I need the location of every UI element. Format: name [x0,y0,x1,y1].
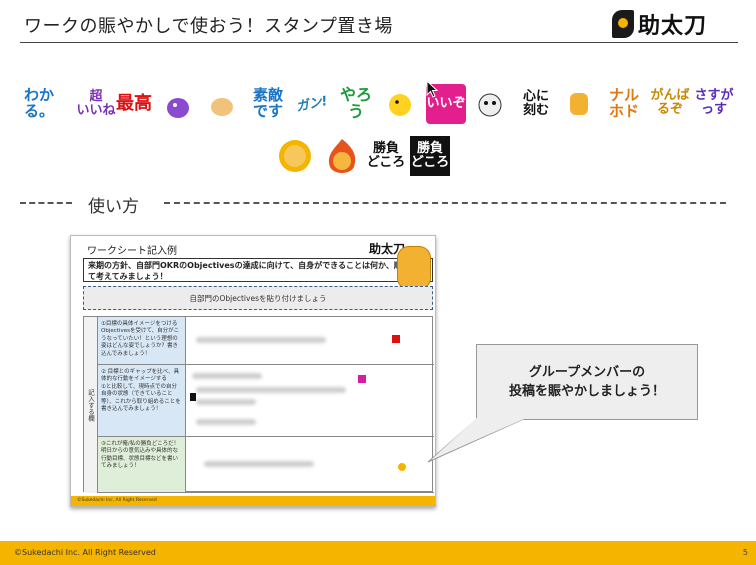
small-stamp-icon [392,335,400,343]
page-title: ワークの賑やかしで使おう！スタンプ置き場 [24,16,393,37]
worksheet-prompt: 来期の方針、自部門OKRのObjectivesの達成に向けて、自身ができることは… [83,258,433,282]
shoubu-dokoro-stamp[interactable]: 勝負 どころ [366,136,406,176]
small-stamp-icon [358,375,366,383]
cat-face-stamp[interactable] [472,86,508,122]
grid-row-2-prompt: ② 目標とのギャップを比べ、具体的な行動をイメージする ①と比較して、現時点での… [98,365,186,437]
worksheet-preview: ワークシート記入例 助太刀 来期の方針、自部門OKRのObjectivesの達成… [70,235,436,507]
purple-character-stamp[interactable] [160,88,196,124]
footer-copyright: ©Sukedachi Inc. All Right Reserved [14,548,156,557]
ganbaruzo-stamp[interactable]: がんばるぞ [650,86,690,120]
stamp-label: 勝負 どころ [366,141,406,170]
yellow-bird-stamp[interactable] [382,86,418,122]
grid-row-3-prompt: ③これが俺/私の勝負どころだ！ 明日からの意気込みや具体的な行動目標、状態目標な… [98,437,186,493]
grid-row-1-answer [186,317,434,365]
grid-side-label: 記入する欄 [84,317,98,493]
grid-row-2-answer [186,365,434,437]
sasugassu-stamp[interactable]: さすがっす [694,86,734,120]
title-divider [20,42,738,43]
grid-row-1-prompt: ①目標の具体イメージをつける Objectivesを受けて、自分がこうなっていた… [98,317,186,365]
section-dash-right [164,202,726,204]
objectives-paste-box: 自部門のObjectivesを貼り付けましょう [83,286,433,310]
stamp-label: がんばるぞ [650,88,690,117]
page-number: 5 [742,548,748,557]
suteki-desu-stamp[interactable]: 素敵 です [248,84,288,124]
cursor-icon [426,79,439,102]
logo-mark-icon [612,10,634,38]
stamp-label: 勝負 どころ [410,141,450,170]
worksheet-grid: 記入する欄 ①目標の具体イメージをつける Objectivesを受けて、自分がこ… [83,316,434,493]
clapping-hands-stamp[interactable] [204,88,240,124]
fire-tiger-stamp[interactable] [322,136,362,176]
section-label: 使い方 [88,197,139,217]
stamp-label: ガン! [294,94,330,116]
small-stamp-icon [190,393,196,401]
wakaru-stamp[interactable]: わか る。 [22,84,56,124]
stamp-label: 超 いいね [76,89,116,118]
small-stamp-icon [398,463,406,471]
logo-text: 助太刀 [638,14,708,39]
stamp-label: やろう [339,85,372,121]
yarou-stamp[interactable]: やろう [336,84,376,124]
tiger-mascot-icon [397,246,431,290]
gan-stamp[interactable]: ガン! [291,87,332,124]
company-logo: 助太刀 [612,8,742,40]
stamp-label: 最高 [116,92,152,114]
stamp-label: 素敵 です [252,86,283,120]
tiger-coin-stamp[interactable] [278,136,312,176]
naruhodo-stamp[interactable]: ナル ホド [604,84,644,124]
section-dash-left [20,202,72,204]
worksheet-title: ワークシート記入例 [87,246,177,257]
stamp-label: さすがっす [694,88,734,117]
worksheet-footer: ©Sukedachi Inc. All Right Reserved [71,496,435,506]
saikou-stamp[interactable]: 最高 [114,84,154,124]
chou-iine-stamp[interactable]: 超 いいね [76,84,116,124]
stamp-label: ナル ホド [608,86,639,120]
kokoro-ni-kizamu-stamp[interactable]: 心に 刻む [516,84,556,124]
shoubu-dokoro-dark-stamp[interactable]: 勝負 どころ [410,136,450,176]
stamp-label: 心に 刻む [522,89,549,118]
stamp-label: わか る。 [23,86,54,120]
callout-box: グループメンバーの 投稿を賑やかしましょう！ [476,344,698,420]
footer-bar: ©Sukedachi Inc. All Right Reserved 5 [0,541,756,565]
callout-line-1: グループメンバーの [528,364,646,380]
grid-row-3-answer [186,437,434,493]
tiger-small-stamp[interactable] [562,86,596,122]
callout-line-2: 投稿を賑やかしましょう！ [508,384,665,399]
